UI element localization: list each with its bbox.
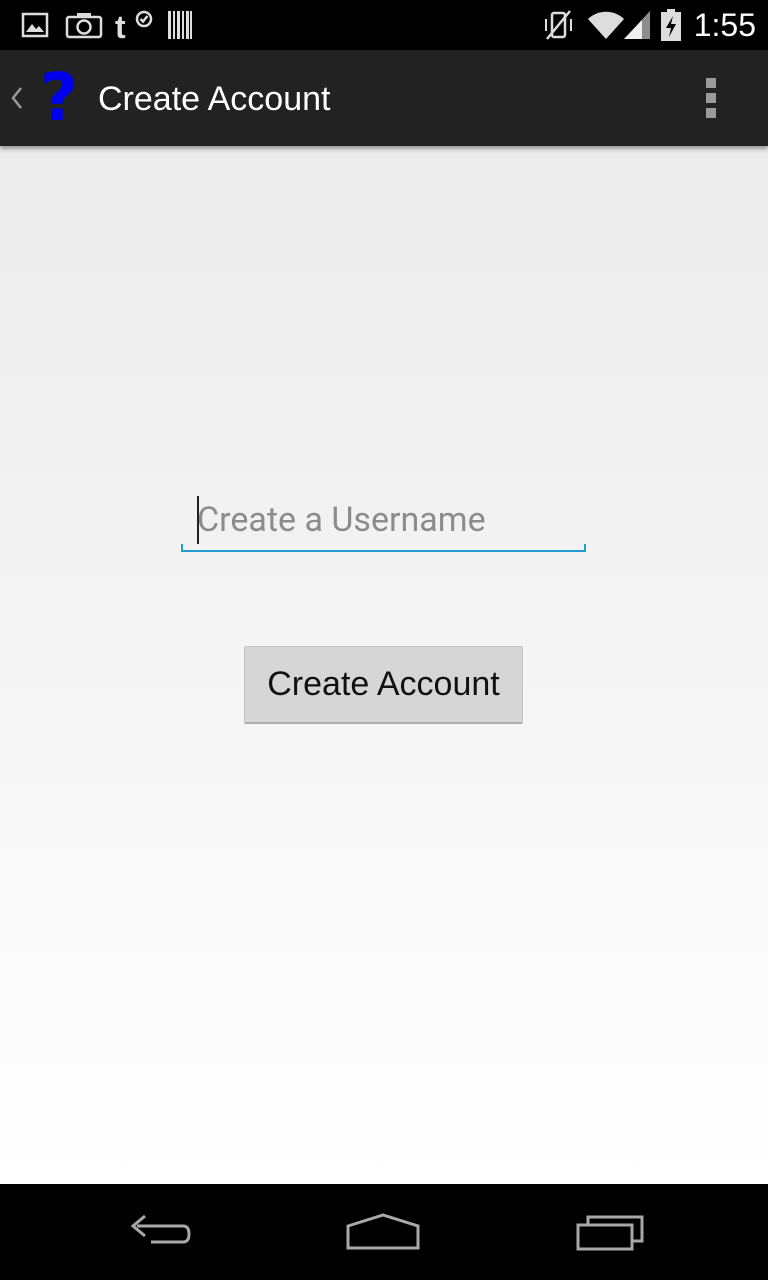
barcode-icon <box>166 8 194 42</box>
t-check-icon: t <box>114 8 154 42</box>
back-icon[interactable] <box>104 1200 214 1264</box>
status-time: 1:55 <box>693 7 756 43</box>
svg-text:t: t <box>115 9 126 41</box>
status-bar: t 1:55 <box>0 0 768 50</box>
overflow-menu-icon[interactable] <box>690 72 734 124</box>
gallery-icon <box>20 8 50 42</box>
username-input[interactable] <box>197 492 577 548</box>
app-question-icon[interactable]: ? <box>34 64 84 132</box>
up-chevron-icon[interactable] <box>6 78 26 118</box>
create-account-button[interactable]: Create Account <box>244 646 523 724</box>
wifi-icon <box>586 8 626 42</box>
text-cursor <box>197 496 199 544</box>
navigation-bar <box>0 1184 768 1280</box>
camera-icon <box>64 8 104 42</box>
home-icon[interactable] <box>328 1200 438 1264</box>
content-area: Create Account <box>0 146 768 1184</box>
battery-charging-icon <box>658 8 684 42</box>
signal-icon <box>622 8 652 42</box>
action-bar: ? Create Account <box>0 50 768 146</box>
recents-icon[interactable] <box>556 1200 666 1264</box>
username-field[interactable] <box>181 492 586 552</box>
action-bar-title: Create Account <box>98 80 331 118</box>
vibrate-off-icon <box>542 8 576 42</box>
